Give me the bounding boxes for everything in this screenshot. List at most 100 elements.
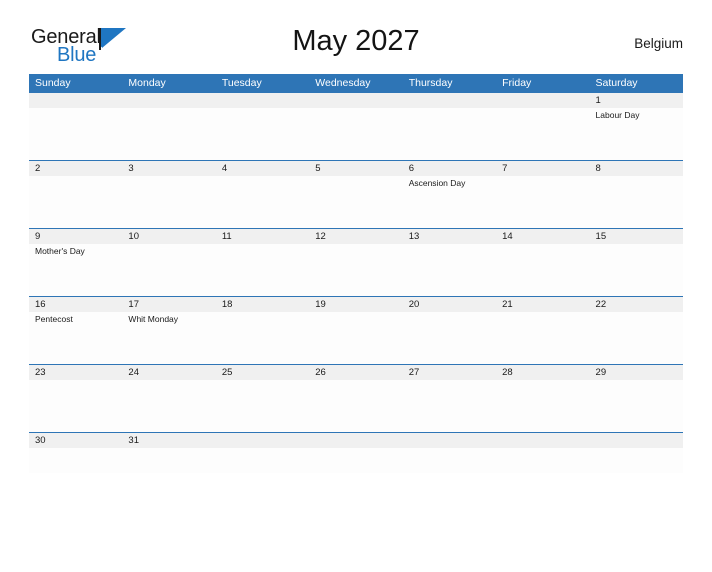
day-cell-empty [215, 433, 310, 473]
day-cell-1[interactable]: 1 Labour Day [589, 93, 683, 160]
day-number: 17 [122, 297, 216, 312]
day-number: 13 [402, 229, 497, 244]
day-cell-empty [402, 93, 497, 160]
weekday-header-friday: Friday [502, 77, 532, 89]
day-events [216, 244, 309, 246]
day-cell-28[interactable]: 28 [496, 365, 590, 432]
day-events [216, 380, 309, 382]
day-number: 16 [29, 297, 123, 312]
day-events [590, 448, 683, 450]
day-cell-20[interactable]: 20 [402, 297, 497, 364]
day-number: 20 [402, 297, 497, 312]
day-events [122, 448, 215, 450]
day-cell-18[interactable]: 18 [215, 297, 310, 364]
day-cell-14[interactable]: 14 [496, 229, 590, 296]
week-cells: 2 3 4 5 6 Ascension Day 7 8 [29, 161, 683, 228]
day-cell-3[interactable]: 3 [122, 161, 216, 228]
day-cell-empty [215, 93, 310, 160]
day-number [309, 433, 403, 448]
day-cell-17[interactable]: 17 Whit Monday [122, 297, 216, 364]
day-number: 19 [309, 297, 403, 312]
day-number: 10 [122, 229, 216, 244]
day-number: 6 [402, 161, 497, 176]
day-cell-8[interactable]: 8 [589, 161, 683, 228]
day-cell-27[interactable]: 27 [402, 365, 497, 432]
day-cell-23[interactable]: 23 [29, 365, 123, 432]
day-number: 8 [589, 161, 683, 176]
day-cell-21[interactable]: 21 [496, 297, 590, 364]
day-cell-empty [29, 93, 123, 160]
calendar-grid: Sunday Monday Tuesday Wednesday Thursday Frid… [29, 74, 683, 473]
holiday-event: Labour Day [595, 110, 640, 120]
day-number: 14 [496, 229, 590, 244]
day-number [589, 433, 683, 448]
day-events [216, 108, 309, 110]
day-cell-2[interactable]: 2 [29, 161, 123, 228]
day-events [309, 380, 402, 382]
day-number: 15 [589, 229, 683, 244]
calendar-week-row: 9 Mother's Day 10 11 12 13 14 15 [29, 228, 683, 296]
weekday-header-monday: Monday [128, 77, 166, 89]
day-cell-7[interactable]: 7 [496, 161, 590, 228]
weekday-header-tuesday: Tuesday [221, 77, 262, 89]
day-events: Whit Monday [122, 312, 215, 325]
day-number [215, 433, 310, 448]
day-cell-15[interactable]: 15 [589, 229, 683, 296]
day-number: 2 [29, 161, 123, 176]
week-cells: 16 Pentecost 17 Whit Monday 18 19 20 21 22 [29, 297, 683, 364]
day-number: 26 [309, 365, 403, 380]
day-cell-12[interactable]: 12 [309, 229, 403, 296]
day-number: 27 [402, 365, 497, 380]
weekday-header-sunday: Sunday [35, 77, 71, 89]
day-cell-30[interactable]: 30 [29, 433, 123, 473]
day-number: 25 [215, 365, 310, 380]
day-cell-25[interactable]: 25 [215, 365, 310, 432]
day-cell-13[interactable]: 13 [402, 229, 497, 296]
day-number: 4 [215, 161, 310, 176]
day-events [496, 448, 589, 450]
day-cell-26[interactable]: 26 [309, 365, 403, 432]
day-events [309, 244, 402, 246]
week-cells: 23 24 25 26 27 28 29 [29, 365, 683, 432]
holiday-event: Pentecost [35, 314, 73, 324]
day-events [309, 108, 402, 110]
week-cells: 9 Mother's Day 10 11 12 13 14 15 [29, 229, 683, 296]
day-number: 5 [309, 161, 403, 176]
day-events [122, 380, 215, 382]
day-cell-empty [402, 433, 497, 473]
day-number: 11 [215, 229, 310, 244]
day-events [309, 312, 402, 314]
day-cell-19[interactable]: 19 [309, 297, 403, 364]
day-cell-6[interactable]: 6 Ascension Day [402, 161, 497, 228]
day-events [29, 176, 122, 178]
day-cell-31[interactable]: 31 [122, 433, 216, 473]
day-number [496, 433, 590, 448]
calendar-week-row: 30 31 [29, 432, 683, 473]
calendar-weeks: 1 Labour Day 2 3 4 5 6 Ascension Day 7 8 9 Mother's… [29, 93, 683, 473]
day-number: 12 [309, 229, 403, 244]
day-cell-11[interactable]: 11 [215, 229, 310, 296]
day-cell-empty [589, 433, 683, 473]
day-events [403, 108, 496, 110]
day-cell-22[interactable]: 22 [589, 297, 683, 364]
day-events [29, 380, 122, 382]
day-events [590, 176, 683, 178]
day-events [590, 312, 683, 314]
day-cell-9[interactable]: 9 Mother's Day [29, 229, 123, 296]
day-events [309, 176, 402, 178]
holiday-event: Whit Monday [128, 314, 179, 324]
day-number [309, 93, 403, 108]
week-cells: 1 Labour Day [29, 93, 683, 160]
day-cell-24[interactable]: 24 [122, 365, 216, 432]
day-number: 24 [122, 365, 216, 380]
day-events [403, 380, 496, 382]
day-cell-10[interactable]: 10 [122, 229, 216, 296]
day-events [122, 244, 215, 246]
weekday-header-wednesday: Wednesday [315, 77, 371, 89]
day-cell-5[interactable]: 5 [309, 161, 403, 228]
day-cell-29[interactable]: 29 [589, 365, 683, 432]
day-events [496, 380, 589, 382]
day-cell-4[interactable]: 4 [215, 161, 310, 228]
day-cell-empty [122, 93, 216, 160]
day-cell-16[interactable]: 16 Pentecost [29, 297, 123, 364]
